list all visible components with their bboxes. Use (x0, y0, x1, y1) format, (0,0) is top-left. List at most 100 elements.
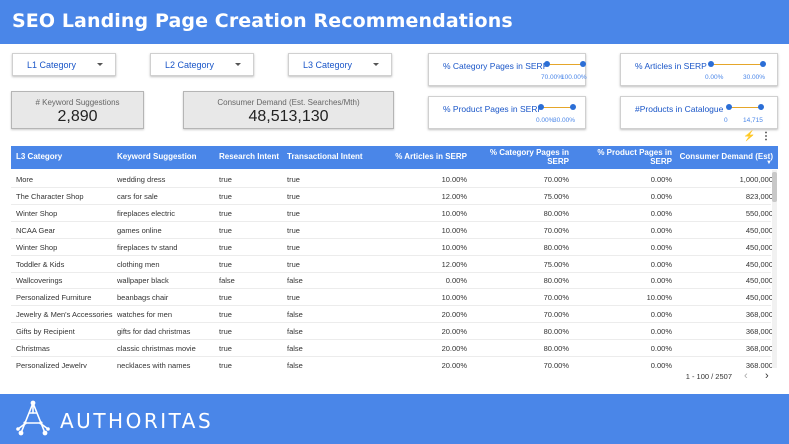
table-row[interactable]: NCAA Gear games online true true 10.00% 70.00… (11, 222, 773, 239)
cell-l3-category: NCAA Gear (16, 225, 56, 235)
prev-page-button[interactable]: ‹ (744, 370, 748, 382)
column-header-keyword-suggestion[interactable]: Keyword Suggestion (117, 146, 217, 169)
cell-product-pages: 0.00% (650, 225, 672, 235)
cell-transactional-intent: false (287, 344, 303, 353)
l2-category-dropdown[interactable]: L2 Category (150, 53, 254, 76)
slider-label: % Product Pages in SERP (443, 104, 544, 114)
table-scrollbar[interactable] (772, 170, 777, 368)
column-header-category-pages[interactable]: % Category Pages in SERP (487, 146, 569, 169)
cell-transactional-intent: true (287, 191, 300, 201)
slider-track (541, 107, 573, 108)
cell-research-intent: true (219, 293, 232, 303)
slider-max-value: 14,715 (743, 117, 763, 124)
cell-keyword: cars for sale (117, 191, 158, 201)
cell-articles: 12.00% (441, 259, 467, 269)
table-row[interactable]: Gifts by Recipient gifts for dad christma… (11, 323, 773, 341)
table-row[interactable]: Personalized Furniture beanbags chair true… (11, 289, 773, 307)
slider-min-handle[interactable] (544, 61, 550, 67)
cell-consumer-demand: 450,000 (745, 225, 773, 235)
dropdown-label: L3 Category (303, 60, 353, 70)
cell-l3-category: Personalized Jewelry (16, 360, 87, 368)
table-row[interactable]: More wedding dress true true 10.00% 70.00% 0.0… (11, 171, 773, 188)
table-row[interactable]: Personalized Jewelry necklaces with names… (11, 357, 773, 368)
column-header-research-intent[interactable]: Research Intent (219, 146, 287, 169)
slider-min-handle[interactable] (538, 104, 544, 110)
table-row[interactable]: Wallcoverings wallpaper black false false 0.… (11, 272, 773, 290)
slider-min-value: 0.00% (536, 117, 555, 124)
more-vert-icon[interactable]: ⋮ (761, 131, 771, 142)
column-header-transactional-intent[interactable]: Transactional Intent (287, 146, 387, 169)
cell-product-pages: 0.00% (650, 242, 672, 252)
slider-min-handle[interactable] (708, 61, 714, 67)
cell-consumer-demand: 368,000 (745, 344, 773, 353)
slider-label: % Category Pages in SERP (443, 61, 549, 71)
table-row[interactable]: Winter Shop fireplaces electric true true 10… (11, 205, 773, 222)
brand-name: AUTHORITAS (60, 409, 214, 433)
cell-keyword: clothing men (117, 259, 160, 269)
cell-research-intent: true (219, 225, 232, 235)
cell-category-pages: 70.00% (543, 293, 569, 303)
column-header-consumer-demand[interactable]: Consumer Demand (Est) (676, 146, 773, 169)
cell-l3-category: Toddler & Kids (16, 259, 65, 269)
slider-track (711, 64, 763, 65)
cell-product-pages: 0.00% (650, 327, 672, 337)
slider-max-handle[interactable] (758, 104, 764, 110)
lightning-icon[interactable]: ⚡ (743, 131, 755, 142)
cell-product-pages: 0.00% (650, 208, 672, 218)
slider-min-value: 0 (724, 117, 728, 124)
cell-l3-category: Winter Shop (16, 242, 58, 252)
scorecard-label: Consumer Demand (Est. Searches/Mth) (217, 98, 360, 107)
table-row[interactable]: Winter Shop fireplaces tv stand true true 10… (11, 239, 773, 256)
cell-product-pages: 10.00% (646, 293, 672, 303)
cell-category-pages: 75.00% (543, 259, 569, 269)
caret-down-icon (373, 63, 379, 66)
column-header-articles[interactable]: % Articles in SERP (389, 146, 467, 169)
table-row[interactable]: The Character Shop cars for sale true true 1… (11, 188, 773, 205)
slider-max-handle[interactable] (760, 61, 766, 67)
scrollbar-thumb[interactable] (772, 172, 777, 202)
cell-category-pages: 70.00% (543, 175, 569, 184)
cell-consumer-demand: 368,000 (745, 310, 773, 320)
cell-transactional-intent: false (287, 310, 303, 320)
slider-max-value: 100.00% (561, 74, 587, 81)
cell-consumer-demand: 368,000 (745, 327, 773, 337)
table-row[interactable]: Christmas classic christmas movie true fals… (11, 340, 773, 357)
slider-track (729, 107, 761, 108)
cell-consumer-demand: 450,000 (745, 242, 773, 252)
column-header-l3-category[interactable]: L3 Category (16, 146, 111, 169)
column-header-product-pages[interactable]: % Product Pages in SERP (574, 146, 672, 169)
sort-desc-icon: ▼ (766, 160, 772, 166)
cell-transactional-intent: false (287, 360, 303, 368)
l1-category-dropdown[interactable]: L1 Category (12, 53, 116, 76)
cell-research-intent: true (219, 344, 232, 353)
keyword-table: L3 Category Keyword Suggestion Research … (11, 146, 778, 368)
cell-category-pages: 80.00% (543, 276, 569, 286)
cell-keyword: wedding dress (117, 175, 166, 184)
product-pages-slider[interactable]: % Product Pages in SERP 0.00% 30.00% (428, 96, 586, 129)
pagination-text: 1 - 100 / 2507 (685, 372, 732, 381)
slider-max-value: 30.00% (743, 74, 766, 81)
cell-l3-category: Personalized Furniture (16, 293, 92, 303)
cell-articles: 20.00% (441, 327, 467, 337)
cell-research-intent: true (219, 208, 232, 218)
slider-max-handle[interactable] (570, 104, 576, 110)
slider-min-handle[interactable] (726, 104, 732, 110)
slider-track (547, 64, 583, 65)
cell-category-pages: 70.00% (543, 310, 569, 320)
slider-max-handle[interactable] (580, 61, 586, 67)
table-row[interactable]: Toddler & Kids clothing men true true 12.00%… (11, 256, 773, 273)
cell-category-pages: 70.00% (543, 360, 569, 368)
table-header: L3 Category Keyword Suggestion Research … (11, 146, 778, 169)
category-pages-slider[interactable]: % Category Pages in SERP 70.00% 100.00% (428, 53, 587, 86)
cell-consumer-demand: 823,000 (745, 191, 773, 201)
cell-keyword: watches for men (117, 310, 173, 320)
products-catalogue-slider[interactable]: #Products in Catalogue 0 14,715 (620, 96, 778, 129)
cell-consumer-demand: 450,000 (745, 276, 773, 286)
cell-keyword: classic christmas movie (117, 344, 196, 353)
table-row[interactable]: Jewelry & Men's Accessories watches for m… (11, 306, 773, 324)
cell-transactional-intent: true (287, 293, 300, 303)
l3-category-dropdown[interactable]: L3 Category (288, 53, 392, 76)
next-page-button[interactable]: › (765, 370, 769, 382)
keyword-suggestions-scorecard: # Keyword Suggestions 2,890 (11, 91, 144, 129)
articles-slider[interactable]: % Articles in SERP 0.00% 30.00% (620, 53, 778, 86)
